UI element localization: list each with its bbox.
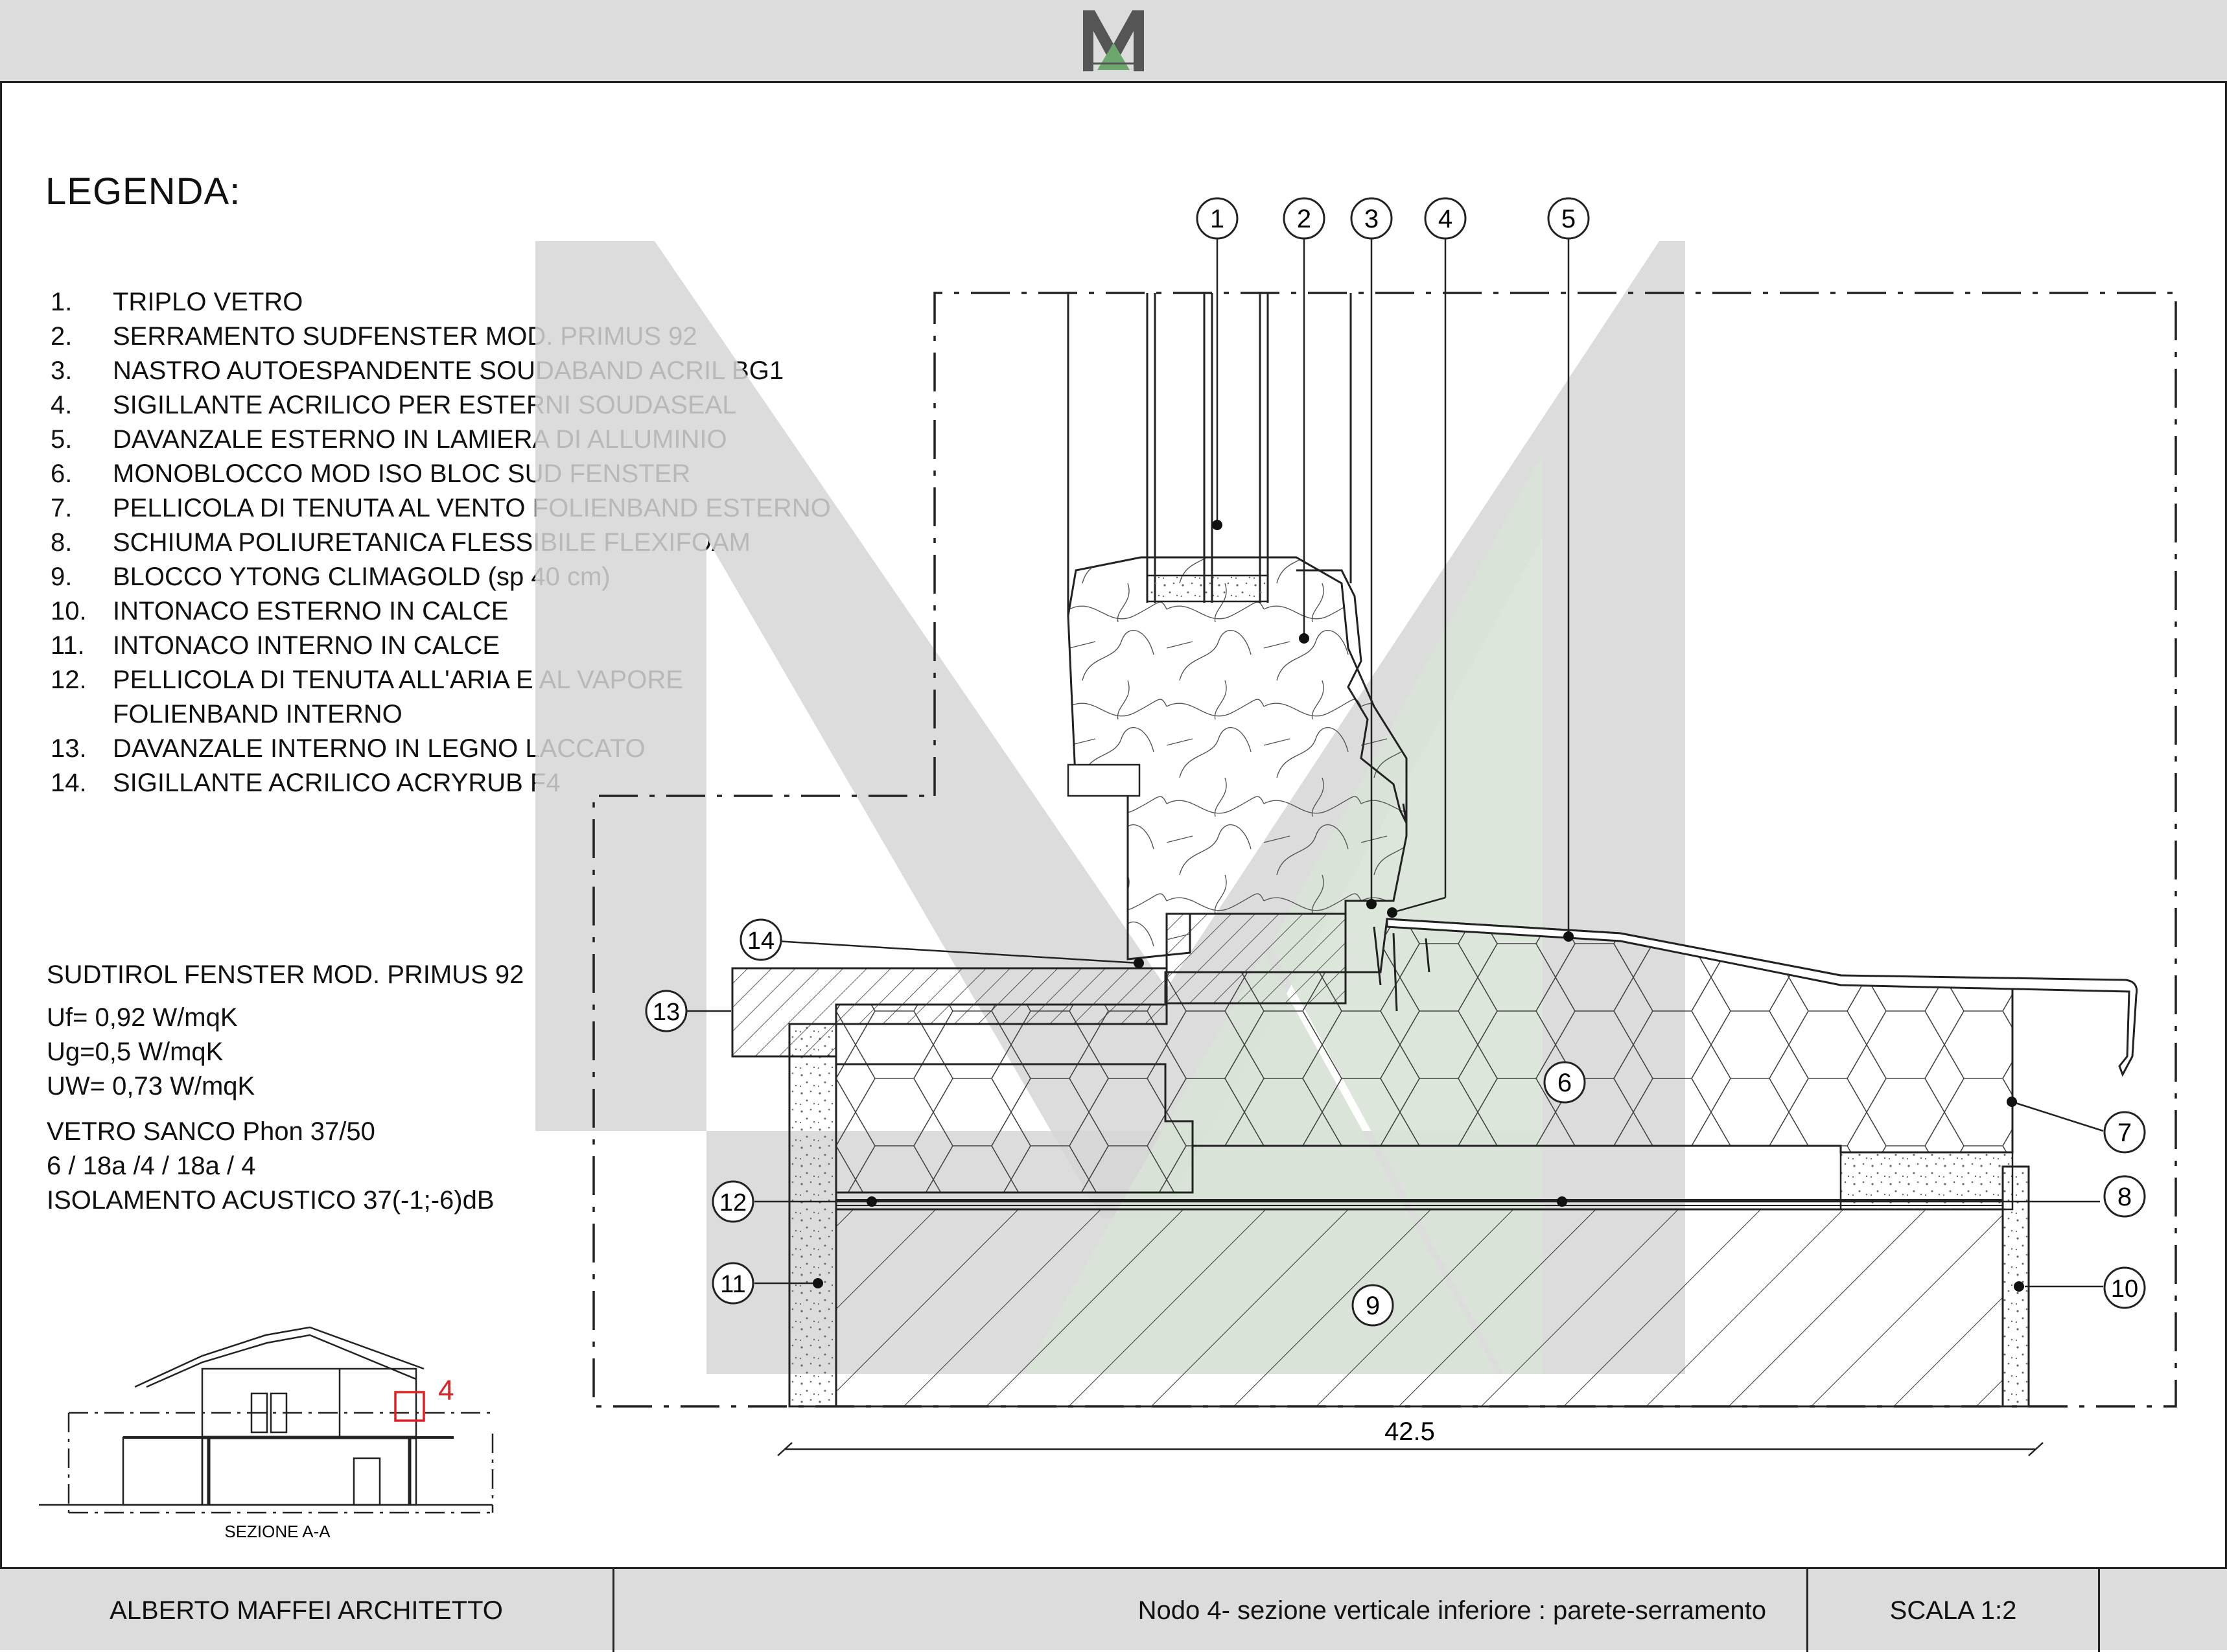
legend-item-number: 6. (51, 460, 73, 488)
spec-glass-layers: 6 / 18a /4 / 18a / 4 (47, 1152, 256, 1180)
spec-uw: UW= 0,73 W/mqK (47, 1072, 255, 1100)
legend-item-label: BLOCCO YTONG CLIMAGOLD (sp 40 cm) (113, 563, 611, 591)
legend-item-number: 9. (51, 563, 73, 591)
legend-item-number: 4. (51, 391, 73, 419)
legend-item-label: INTONACO INTERNO IN CALCE (113, 631, 500, 660)
legend-item-number: 7. (51, 494, 73, 522)
legend-item-number: 12. (51, 666, 87, 694)
legend-item-label: SERRAMENTO SUDFENSTER MOD. PRIMUS 92 (113, 322, 697, 351)
legend-item-number: 3. (51, 356, 73, 385)
legend-item: 1. TRIPLO VETRO (51, 285, 831, 320)
legend-item-number: 10. (51, 597, 87, 625)
spec-acoustic: ISOLAMENTO ACUSTICO 37(-1;-6)dB (47, 1186, 495, 1215)
legend-item-label: DAVANZALE ESTERNO IN LAMIERA DI ALLUMINI… (113, 425, 727, 454)
legend-item-number: 5. (51, 425, 73, 454)
title-block-author: ALBERTO MAFFEI ARCHITETTO (0, 1569, 614, 1652)
title-block: ALBERTO MAFFEI ARCHITETTO Nodo 4- sezion… (0, 1567, 2227, 1652)
legend-item-number: 8. (51, 528, 73, 557)
legend-item: 9. BLOCCO YTONG CLIMAGOLD (sp 40 cm) (51, 560, 831, 594)
legend-item: 5. DAVANZALE ESTERNO IN LAMIERA DI ALLUMI… (51, 423, 831, 457)
spec-window-model: SUDTIROL FENSTER MOD. PRIMUS 92 (47, 960, 524, 989)
legend-item-label: NASTRO AUTOESPANDENTE SOUDABAND ACRIL BG… (113, 356, 784, 385)
legend-item-label: TRIPLO VETRO (113, 288, 303, 316)
legend-item-label: DAVANZALE INTERNO IN LEGNO LACCATO (113, 734, 646, 763)
header-band (0, 0, 2227, 83)
legend-item: 2. SERRAMENTO SUDFENSTER MOD. PRIMUS 92 (51, 320, 831, 354)
studio-logo (1083, 10, 1144, 71)
spec-uf: Uf= 0,92 W/mqK (47, 1003, 238, 1032)
legend-item: 10. INTONACO ESTERNO IN CALCE (51, 594, 831, 629)
legend-title: LEGENDA: (45, 170, 241, 213)
title-block-empty-cell (2100, 1569, 2227, 1652)
legend-item-label: MONOBLOCCO MOD ISO BLOC SUD FENSTER (113, 460, 691, 488)
legend-item-label: INTONACO ESTERNO IN CALCE (113, 597, 509, 625)
legend-item: 14. SIGILLANTE ACRILICO ACRYRUB F4 (51, 766, 831, 800)
spec-performance: Uf= 0,92 W/mqK Ug=0,5 W/mqK UW= 0,73 W/m… (47, 1001, 255, 1104)
legend-item-number: 14. (51, 769, 87, 797)
legend-item: FOLIENBAND INTERNO (51, 697, 831, 732)
legend-item: 4. SIGILLANTE ACRILICO PER ESTERNI SOUDAS… (51, 388, 831, 423)
legend-item-label: SCHIUMA POLIURETANICA FLESSIBILE FLEXIFO… (113, 528, 751, 557)
legend-item: 7. PELLICOLA DI TENUTA AL VENTO FOLIENBAN… (51, 491, 831, 526)
spec-glazing: VETRO SANCO Phon 37/50 6 / 18a /4 / 18a … (47, 1115, 495, 1218)
legend-item-label: SIGILLANTE ACRILICO PER ESTERNI SOUDASEA… (113, 391, 737, 419)
legend-item: 6. MONOBLOCCO MOD ISO BLOC SUD FENSTER (51, 457, 831, 491)
legend-item-number: 2. (51, 322, 73, 351)
legend-item: 12. PELLICOLA DI TENUTA ALL'ARIA E AL VAP… (51, 663, 831, 697)
legend-item-label: PELLICOLA DI TENUTA ALL'ARIA E AL VAPORE (113, 666, 683, 694)
legend-item-label: SIGILLANTE ACRILICO ACRYRUB F4 (113, 769, 561, 797)
legend-list: 1. TRIPLO VETRO 2. SERRAMENTO SUDFENSTER M… (51, 285, 831, 800)
legend-item-label: PELLICOLA DI TENUTA AL VENTO FOLIENBAND … (113, 494, 831, 522)
spec-glass: VETRO SANCO Phon 37/50 (47, 1117, 375, 1146)
legend-item: 3. NASTRO AUTOESPANDENTE SOUDABAND ACRIL … (51, 354, 831, 388)
legend-item-label: FOLIENBAND INTERNO (113, 700, 402, 728)
legend-item-number: 11. (51, 631, 85, 660)
title-block-drawing-title: Nodo 4- sezione verticale inferiore : pa… (614, 1569, 1808, 1652)
legend-item: 8. SCHIUMA POLIURETANICA FLESSIBILE FLEXI… (51, 526, 831, 560)
legend-item: 13. DAVANZALE INTERNO IN LEGNO LACCATO (51, 732, 831, 766)
spec-ug: Ug=0,5 W/mqK (47, 1038, 224, 1066)
legend-item-number: 1. (51, 288, 73, 316)
title-block-scale: SCALA 1:2 (1808, 1569, 2100, 1652)
drawing-sheet (0, 0, 2227, 1650)
legend-item-number: 13. (51, 734, 87, 763)
legend-item: 11. INTONACO INTERNO IN CALCE (51, 629, 831, 663)
